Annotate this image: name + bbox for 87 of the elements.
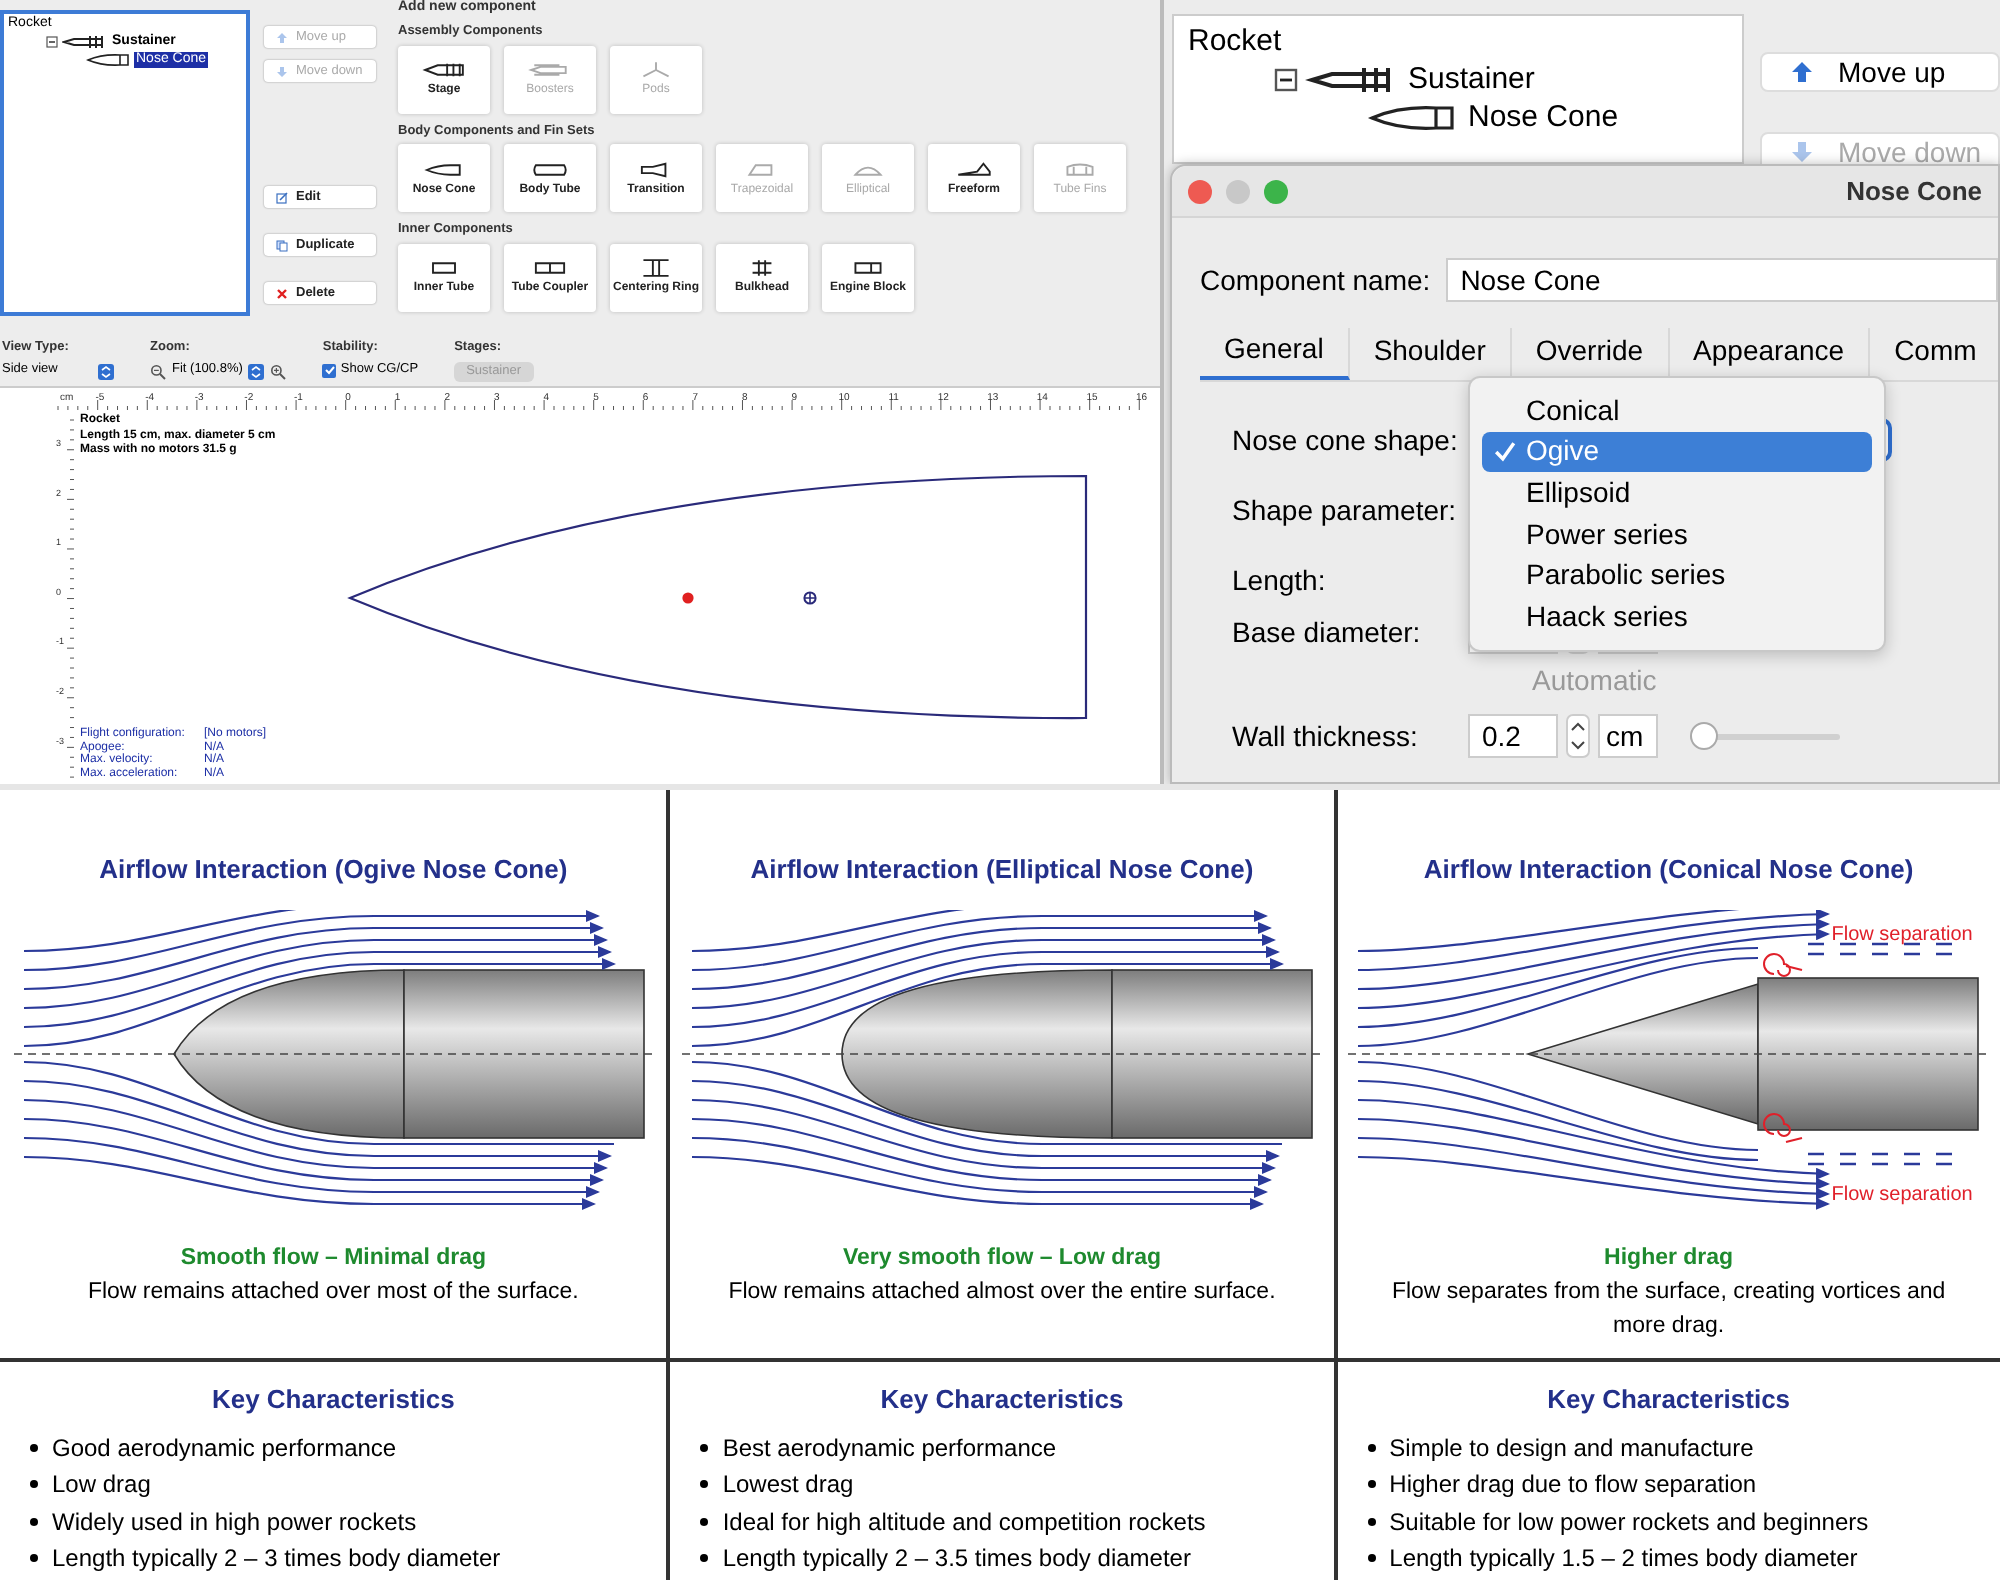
characteristic-text: Simple to design and manufacture	[1389, 1431, 1754, 1466]
section-heading: Key Characteristics	[880, 1382, 1124, 1418]
automatic-label: Automatic	[1532, 661, 1657, 699]
zoom-in-icon[interactable]	[270, 363, 287, 379]
menu-option[interactable]: Conical	[1482, 390, 1872, 432]
checkmark-icon	[1493, 440, 1515, 463]
component-icon	[422, 60, 466, 80]
delete-icon	[276, 287, 288, 299]
flow-separation-label: Flow separation	[1831, 921, 1973, 949]
drag-caption: Higher drag	[1604, 1243, 1734, 1273]
panel-title: Airflow Interaction (Ogive Nose Cone)	[99, 852, 568, 888]
bullet-icon	[1367, 1480, 1376, 1489]
down-arrow-icon	[276, 65, 288, 77]
section-heading: Key Characteristics	[1547, 1382, 1791, 1418]
menu-option[interactable]: Parabolic series	[1482, 554, 1872, 596]
field-label: Base diameter:	[1232, 613, 1423, 651]
flow-description: Flow remains attached almost over the entire surface.	[726, 1277, 1278, 1308]
edit-icon	[276, 191, 288, 203]
bullet-icon	[30, 1554, 38, 1563]
component-icon	[528, 159, 572, 179]
bullet-icon	[1367, 1554, 1376, 1563]
characteristic-text: Best aerodynamic performance	[722, 1431, 1057, 1466]
slider[interactable]	[1690, 722, 1840, 750]
component-icon	[422, 159, 466, 179]
flow-separation-label: Flow separation	[1831, 1181, 1973, 1209]
bullet-icon	[700, 1443, 709, 1452]
bullet-icon	[1367, 1517, 1376, 1526]
number-field[interactable]: 0.2	[1468, 714, 1558, 758]
bullet-icon	[1367, 1443, 1376, 1452]
rocket-stage-icon	[62, 34, 106, 51]
flow-description: Flow separates from the surface, creating vortices and more drag.	[1389, 1277, 1948, 1342]
component-icon	[952, 159, 996, 179]
up-arrow-icon	[1790, 60, 1814, 84]
drag-caption: Smooth flow – Minimal drag	[180, 1243, 487, 1273]
tab[interactable]: General	[1200, 328, 1350, 380]
field-label: Nose cone shape:	[1232, 421, 1460, 460]
duplicate-icon	[276, 239, 288, 251]
tree-item[interactable]: Rocket	[1186, 24, 1284, 62]
section-heading: Key Characteristics	[211, 1382, 455, 1418]
bullet-icon	[30, 1480, 38, 1489]
bullet-icon	[700, 1554, 709, 1563]
characteristic-text: Ideal for high altitude and competition rockets	[722, 1505, 1206, 1540]
window-title: Nose Cone	[1846, 173, 1982, 210]
drag-caption: Very smooth flow – Low drag	[842, 1243, 1162, 1273]
characteristic-text: Lowest drag	[722, 1468, 854, 1503]
flow-description: Flow remains attached over most of the surface.	[85, 1277, 581, 1308]
slider-thumb[interactable]	[1690, 722, 1718, 750]
close-button[interactable]	[1188, 179, 1212, 203]
dropdown-icon	[248, 363, 265, 379]
nose-cone-icon	[86, 51, 130, 68]
characteristic-text: Length typically 2 – 3.5 times body diameter	[722, 1542, 1191, 1577]
spinner-icon[interactable]	[1566, 714, 1590, 758]
characteristic-text: Low drag	[52, 1468, 151, 1503]
down-arrow-icon	[1790, 140, 1814, 164]
characteristic-text: Suitable for low power rockets and beginners	[1389, 1505, 1869, 1540]
action-button[interactable]: Move up	[1760, 52, 2000, 92]
dropdown-icon	[98, 363, 114, 379]
characteristic-text: Widely used in high power rockets	[52, 1505, 417, 1540]
bullet-icon	[700, 1480, 709, 1489]
characteristic-text: Length typically 2 – 3 times body diameter	[52, 1542, 501, 1577]
field-label: Length:	[1232, 561, 1328, 600]
menu-option[interactable]: Haack series	[1482, 595, 1872, 638]
characteristic-text: Length typically 1.5 – 2 times body diameter	[1389, 1542, 1858, 1577]
cg-marker-icon	[682, 592, 694, 604]
menu-option[interactable]: Ogive	[1482, 431, 1872, 473]
field-label: Wall thickness:	[1232, 717, 1420, 755]
field-label: Component name:	[1200, 261, 1431, 300]
component-name-field[interactable]: Nose Cone	[1446, 258, 1998, 302]
checkbox[interactable]	[322, 363, 337, 377]
characteristic-text: Good aerodynamic performance	[52, 1431, 397, 1466]
bullet-icon	[700, 1517, 709, 1526]
panel-title: Airflow Interaction (Conical Nose Cone)	[1423, 852, 1914, 888]
field-label: Shape parameter:	[1232, 491, 1459, 530]
panel-title: Airflow Interaction (Elliptical Nose Cone)	[750, 852, 1254, 888]
tree-item[interactable]: Sustainer	[1406, 61, 1537, 99]
characteristic-text: Higher drag due to flow separation	[1389, 1468, 1757, 1503]
bullet-icon	[30, 1517, 38, 1526]
component-icon	[528, 60, 572, 80]
zoom-out-icon[interactable]	[150, 363, 166, 379]
menu-option[interactable]: Power series	[1482, 513, 1872, 555]
tree-item[interactable]: Nose Cone	[1466, 99, 1621, 137]
up-arrow-icon	[276, 31, 288, 43]
collapse-icon[interactable]	[1274, 68, 1298, 93]
unit-select[interactable]: cm	[1598, 714, 1658, 758]
cp-marker-icon	[803, 591, 817, 605]
menu-option[interactable]: Ellipsoid	[1482, 472, 1872, 514]
bullet-icon	[30, 1443, 38, 1452]
